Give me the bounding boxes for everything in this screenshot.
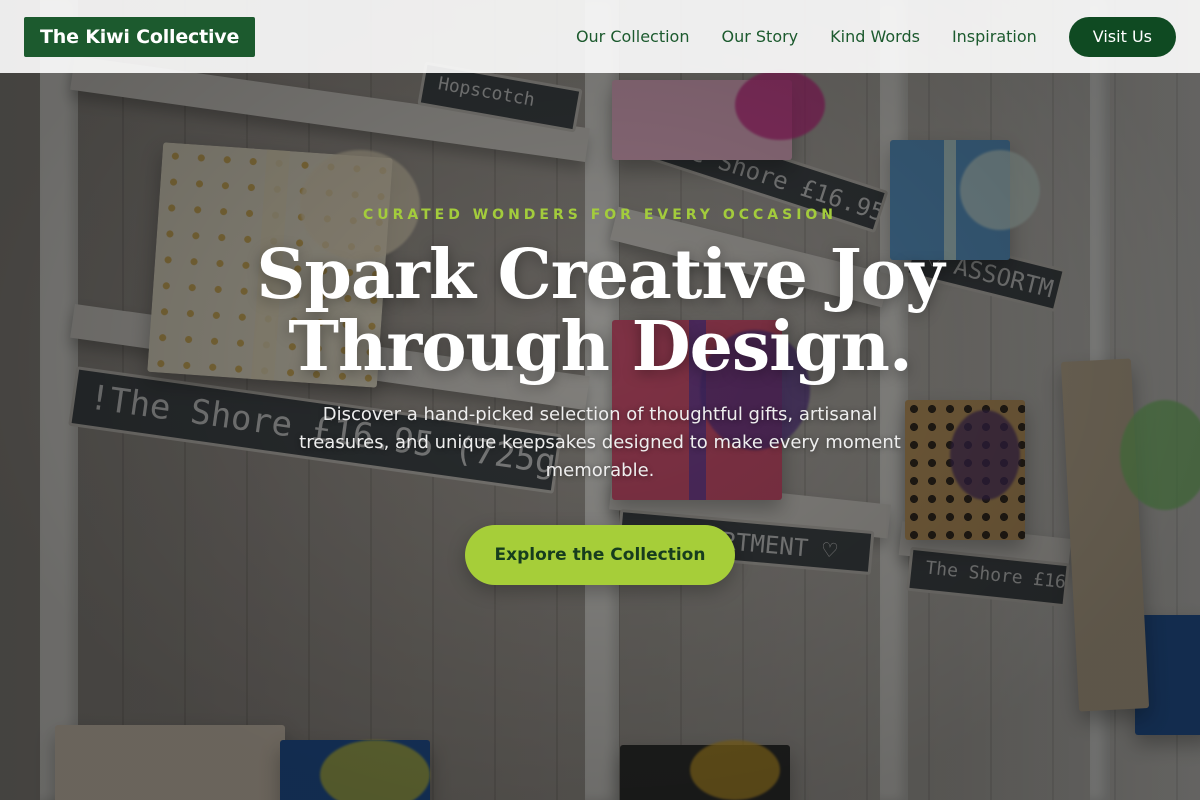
hero-headline-line-1: Spark Creative Joy xyxy=(256,235,944,315)
hero-subtitle: Discover a hand-picked selection of thou… xyxy=(299,404,901,481)
nav-link-kind-words[interactable]: Kind Words xyxy=(830,27,920,46)
hero-headline: Spark Creative Joy Through Design. xyxy=(220,239,980,383)
site-header: The Kiwi Collective Our Collection Our S… xyxy=(0,0,1200,73)
hero-section: CURATED WONDERS FOR EVERY OCCASION Spark… xyxy=(0,0,1200,800)
hero-eyebrow: CURATED WONDERS FOR EVERY OCCASION xyxy=(362,207,838,223)
site-logo[interactable]: The Kiwi Collective xyxy=(24,16,256,57)
hero-headline-line-2: Through Design. xyxy=(288,307,912,387)
nav-link-inspiration[interactable]: Inspiration xyxy=(952,27,1037,46)
visit-us-button[interactable]: Visit Us xyxy=(1068,16,1176,57)
main-nav: Our Collection Our Story Kind Words Insp… xyxy=(544,16,1176,57)
nav-link-our-collection[interactable]: Our Collection xyxy=(576,27,690,46)
nav-link-our-story[interactable]: Our Story xyxy=(721,27,798,46)
explore-collection-button[interactable]: Explore the Collection xyxy=(465,525,735,585)
